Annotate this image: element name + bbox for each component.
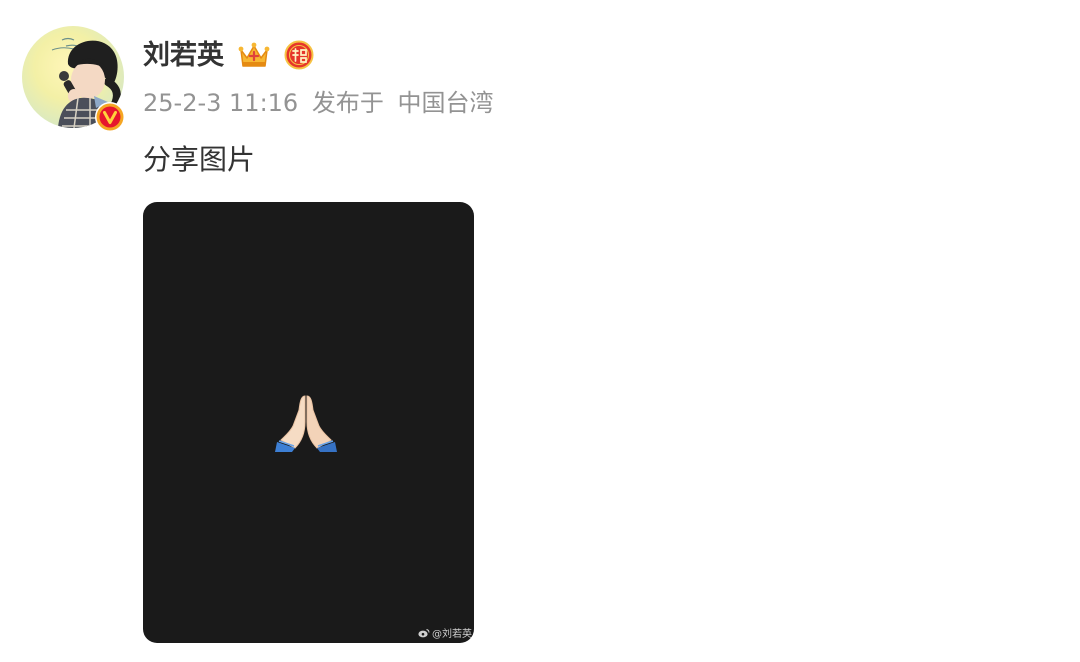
post-meta: 25-2-3 11:16 发布于 中国台湾	[143, 86, 499, 120]
post-date[interactable]: 25-2-3 11:16	[143, 89, 298, 117]
verified-v-icon	[96, 103, 124, 131]
folded-hands-icon	[275, 395, 337, 452]
verified-badge	[95, 102, 125, 132]
watermark-text: @刘若英	[432, 629, 472, 640]
fortune-icon[interactable]	[284, 40, 314, 70]
image-watermark: @刘若英	[418, 625, 472, 640]
author-name[interactable]: 刘若英	[143, 38, 224, 74]
post-image[interactable]: @刘若英	[143, 202, 474, 643]
published-label: 发布于	[311, 89, 384, 117]
post-location: 中国台湾	[397, 89, 494, 117]
crown-icon[interactable]	[238, 40, 270, 70]
post-text: 分享图片	[143, 143, 256, 176]
weibo-logo-icon	[418, 628, 430, 637]
